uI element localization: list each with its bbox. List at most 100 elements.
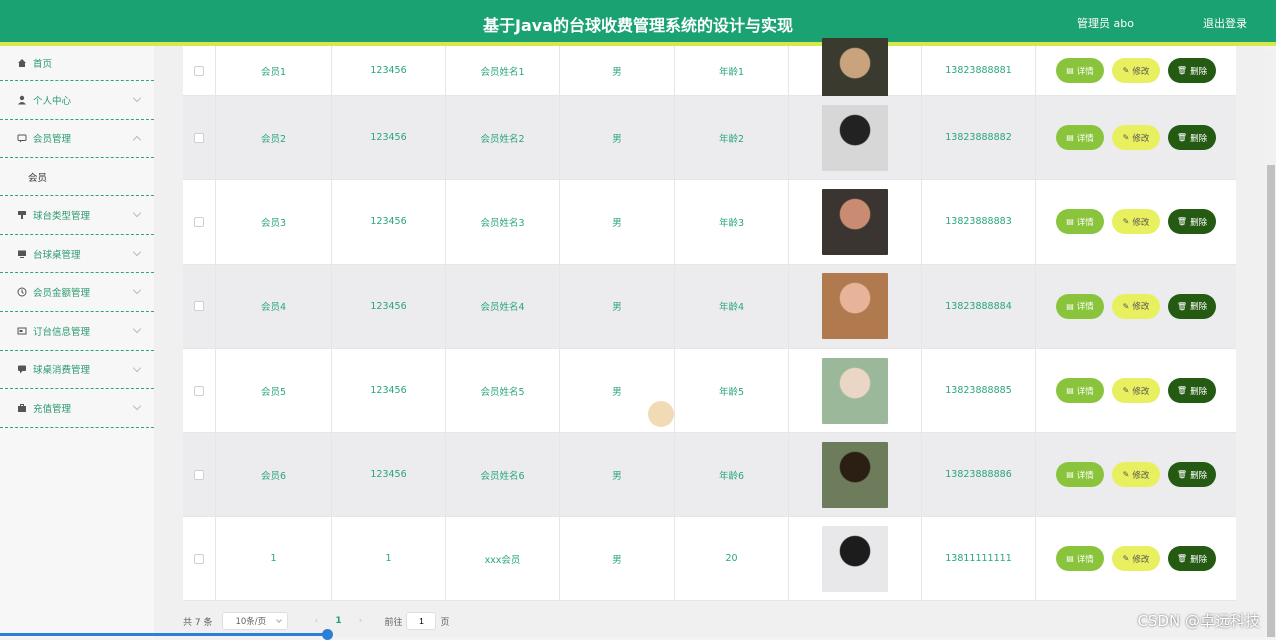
delete-button[interactable]: 🗑 删除 xyxy=(1168,58,1216,83)
delete-button-label: 删除 xyxy=(1190,470,1208,481)
age-text: 年龄6 xyxy=(718,470,745,482)
chevron-up-icon xyxy=(132,135,142,144)
detail-button[interactable]: ▤ 详情 xyxy=(1056,462,1104,488)
row-checkbox-input[interactable] xyxy=(194,301,204,312)
delete-button-label: 删除 xyxy=(1190,66,1208,77)
sidebar-item-billiard-table[interactable]: 台球桌管理 xyxy=(0,235,154,274)
detail-button[interactable]: ▤ 详情 xyxy=(1056,125,1104,151)
gender-cell: 男 xyxy=(560,433,675,517)
edit-button[interactable]: ✎ 修改 xyxy=(1112,462,1160,488)
detail-button-label: 详情 xyxy=(1076,66,1094,77)
sidebar-item-consumption[interactable]: 球桌消费管理 xyxy=(0,351,154,390)
member-name-cell: 会员姓名2 xyxy=(446,96,560,180)
row-checkbox-input[interactable] xyxy=(194,469,204,480)
delete-button[interactable]: 🗑 删除 xyxy=(1168,378,1216,404)
row-checkbox-input[interactable] xyxy=(194,216,204,227)
watermark: CSDN @卓远科技 xyxy=(1137,612,1260,630)
logout-link[interactable]: 退出登录 xyxy=(1203,15,1247,31)
edit-button-label: 修改 xyxy=(1132,66,1150,77)
edit-button-label: 修改 xyxy=(1132,217,1150,228)
scrollbar-thumb[interactable] xyxy=(1267,165,1275,637)
next-page-button[interactable]: › xyxy=(350,616,370,626)
delete-icon: 🗑 xyxy=(1176,217,1188,227)
sidebar-item-recharge[interactable]: 充值管理 xyxy=(0,389,154,428)
age-text: 20 xyxy=(725,553,738,565)
scrollbar[interactable] xyxy=(1265,50,1276,637)
detail-button[interactable]: ▤ 详情 xyxy=(1056,209,1104,235)
row-checkbox xyxy=(183,348,216,433)
edit-button[interactable]: ✎ 修改 xyxy=(1112,546,1160,572)
gender-cell: 男 xyxy=(560,180,675,264)
row-checkbox-input[interactable] xyxy=(194,385,204,396)
chevron-down-icon xyxy=(132,286,142,295)
gender-cell: 男 xyxy=(560,46,675,95)
page-size-select[interactable]: 10条/页 xyxy=(222,612,289,630)
goto-label: 前往 xyxy=(384,617,403,628)
video-progress-bar[interactable] xyxy=(0,633,330,636)
delete-button[interactable]: 🗑 删除 xyxy=(1168,462,1216,488)
edit-button[interactable]: ✎ 修改 xyxy=(1112,378,1160,404)
delete-button-label: 删除 xyxy=(1190,302,1208,313)
gender-cell: 男 xyxy=(560,264,675,348)
detail-button[interactable]: ▤ 详情 xyxy=(1056,58,1104,83)
actions-cell: ▤ 详情 ✎ 修改 🗑 删除 xyxy=(1036,180,1236,263)
sidebar-item-member-manage[interactable]: 会员管理 xyxy=(0,120,154,159)
sidebar-item-profile[interactable]: 个人中心 xyxy=(0,81,154,120)
row-checkbox-input[interactable] xyxy=(194,553,204,564)
sidebar-item-label: 球台类型管理 xyxy=(33,210,91,222)
member-photo xyxy=(822,273,888,340)
row-checkbox xyxy=(183,180,216,264)
edit-button[interactable]: ✎ 修改 xyxy=(1112,209,1160,235)
age-cell: 20 xyxy=(675,517,789,601)
actions-cell: ▤ 详情 ✎ 修改 🗑 删除 xyxy=(1036,46,1236,95)
phone-text: 13823888885 xyxy=(945,385,1012,397)
sidebar-item-booking[interactable]: 订台信息管理 xyxy=(0,312,154,351)
sidebar-subitem-member[interactable]: 会员 xyxy=(0,158,154,197)
member-account-cell: 1 xyxy=(216,517,332,601)
member-name-text: xxx会员 xyxy=(484,554,521,566)
delete-button[interactable]: 🗑 删除 xyxy=(1168,293,1216,319)
sidebar-item-label: 个人中心 xyxy=(33,95,72,107)
row-checkbox xyxy=(183,517,216,601)
sidebar-item-label: 球桌消费管理 xyxy=(33,365,91,377)
member-account-text: 会员4 xyxy=(260,302,287,314)
detail-button-label: 详情 xyxy=(1076,386,1094,397)
sidebar-item-home[interactable]: 首页 xyxy=(0,46,154,81)
delete-button[interactable]: 🗑 删除 xyxy=(1168,125,1216,151)
password-text: 123456 xyxy=(370,216,407,228)
delete-button-label: 删除 xyxy=(1190,217,1208,228)
goto-page-input[interactable] xyxy=(406,612,437,630)
edit-button[interactable]: ✎ 修改 xyxy=(1112,293,1160,319)
sidebar-item-member-balance[interactable]: 会员金额管理 xyxy=(0,273,154,312)
edit-button[interactable]: ✎ 修改 xyxy=(1112,125,1160,151)
detail-icon: ▤ xyxy=(1066,470,1074,480)
detail-icon: ▤ xyxy=(1066,301,1074,311)
detail-button[interactable]: ▤ 详情 xyxy=(1056,378,1104,404)
row-checkbox-input[interactable] xyxy=(194,132,204,143)
member-account-cell: 会员6 xyxy=(216,433,332,517)
member-account-cell: 会员3 xyxy=(216,180,332,264)
password-cell: 123456 xyxy=(332,180,446,264)
video-progress-knob[interactable] xyxy=(322,629,333,640)
member-account-cell: 会员5 xyxy=(216,348,332,433)
sidebar-item-table-type[interactable]: 球台类型管理 xyxy=(0,196,154,235)
photo-cell xyxy=(789,264,922,348)
detail-button[interactable]: ▤ 详情 xyxy=(1056,546,1104,572)
monitor-icon xyxy=(17,249,27,259)
delete-button[interactable]: 🗑 删除 xyxy=(1168,209,1216,235)
delete-button[interactable]: 🗑 删除 xyxy=(1168,546,1216,572)
photo-cell xyxy=(789,348,922,433)
detail-button[interactable]: ▤ 详情 xyxy=(1056,293,1104,319)
delete-button-label: 删除 xyxy=(1190,554,1208,565)
gender-text: 男 xyxy=(612,133,622,145)
row-checkbox xyxy=(183,264,216,348)
chevron-down-icon xyxy=(132,208,142,218)
row-checkbox-input[interactable] xyxy=(194,65,204,76)
password-text: 123456 xyxy=(370,469,407,481)
edit-button[interactable]: ✎ 修改 xyxy=(1112,58,1160,83)
password-cell: 123456 xyxy=(332,433,446,517)
prev-page-button[interactable]: ‹ xyxy=(306,616,326,626)
top-header: 基于Java的台球收费管理系统的设计与实现 管理员 abo 退出登录 xyxy=(0,0,1276,46)
phone-cell: 13823888885 xyxy=(922,348,1036,433)
page-number[interactable]: 1 xyxy=(326,616,350,626)
